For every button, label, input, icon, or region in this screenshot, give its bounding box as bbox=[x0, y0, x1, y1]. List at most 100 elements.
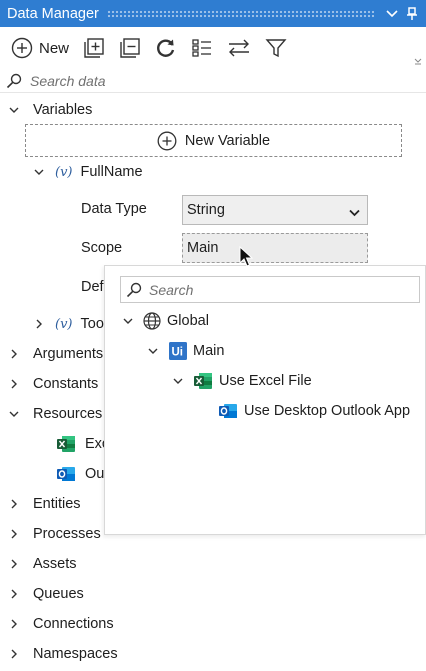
collapse-all-button[interactable] bbox=[119, 33, 141, 63]
dropdown-menu-icon[interactable] bbox=[382, 0, 402, 27]
data-type-label: Data Type bbox=[81, 201, 147, 217]
toolbar-overflow-icon[interactable] bbox=[414, 53, 422, 69]
chevron-right-icon[interactable] bbox=[8, 618, 20, 630]
tree-node-assets[interactable]: Assets bbox=[8, 550, 77, 578]
tree-node-entities[interactable]: Entities bbox=[8, 490, 81, 518]
scope-search-box bbox=[120, 276, 420, 303]
chevron-down-icon[interactable] bbox=[8, 104, 20, 116]
excel-icon bbox=[193, 372, 213, 390]
refresh-button[interactable] bbox=[155, 33, 177, 63]
chevron-down-icon[interactable] bbox=[147, 345, 159, 357]
expand-all-button[interactable] bbox=[83, 33, 105, 63]
svg-text:Ui: Ui bbox=[172, 347, 184, 359]
variable-icon: (v) bbox=[55, 164, 73, 180]
scope-item-use-excel-file[interactable]: Use Excel File bbox=[172, 367, 312, 395]
list-view-button[interactable] bbox=[191, 33, 213, 63]
scope-item-label: Use Excel File bbox=[219, 373, 312, 389]
filter-button[interactable] bbox=[265, 33, 287, 63]
scope-popup: Global Ui Main Use Excel File Use Deskto… bbox=[104, 265, 426, 535]
variable-name: Too bbox=[80, 316, 104, 332]
refresh-icon bbox=[157, 39, 175, 57]
window-title: Data Manager bbox=[7, 5, 99, 22]
tree-node-label: Assets bbox=[33, 556, 77, 572]
chevron-down-icon[interactable] bbox=[122, 315, 134, 327]
uipath-icon: Ui bbox=[169, 342, 187, 360]
tree-node-variable-next[interactable]: (v) Too bbox=[33, 310, 104, 338]
search-icon bbox=[126, 282, 142, 297]
filter-icon bbox=[265, 39, 287, 58]
tree-node-label: Processes bbox=[33, 526, 101, 542]
tree-node-label: Resources bbox=[33, 406, 103, 422]
tree-node-queues[interactable]: Queues bbox=[8, 580, 84, 608]
chevron-right-icon[interactable] bbox=[8, 588, 20, 600]
excel-icon bbox=[57, 436, 75, 452]
tree-node-arguments[interactable]: Arguments bbox=[8, 340, 103, 368]
tree-node-label: Entities bbox=[33, 496, 81, 512]
chevron-down-icon[interactable] bbox=[33, 166, 45, 178]
tree-node-label: Variables bbox=[33, 102, 93, 118]
chevron-right-icon[interactable] bbox=[8, 348, 20, 360]
add-circle-icon bbox=[11, 37, 33, 59]
tree-node-processes[interactable]: Processes bbox=[8, 520, 101, 548]
chevron-right-icon[interactable] bbox=[8, 498, 20, 510]
add-circle-icon bbox=[157, 131, 177, 150]
tree-node-resource-outlook[interactable]: Ou bbox=[56, 460, 104, 488]
outlook-icon bbox=[57, 467, 75, 481]
scope-label: Scope bbox=[81, 240, 123, 256]
tree-node-label: Namespaces bbox=[33, 646, 118, 662]
new-button[interactable]: New bbox=[11, 33, 69, 63]
default-label: Def bbox=[81, 279, 104, 295]
tree-node-namespaces[interactable]: Namespaces bbox=[8, 640, 118, 668]
titlebar-grip[interactable] bbox=[106, 9, 374, 18]
resource-label: Ou bbox=[85, 466, 105, 482]
tree-node-label: Queues bbox=[33, 586, 84, 602]
tree-node-label: Constants bbox=[33, 376, 99, 392]
globe-icon bbox=[143, 312, 161, 330]
tree-node-resources[interactable]: Resources bbox=[8, 400, 102, 428]
variable-icon: (v) bbox=[55, 316, 73, 332]
window-titlebar: Data Manager bbox=[0, 0, 426, 27]
chevron-down-icon[interactable] bbox=[172, 375, 184, 387]
scope-item-label: Use Desktop Outlook App bbox=[244, 403, 411, 419]
chevron-right-icon[interactable] bbox=[8, 648, 20, 660]
collapse-all-icon bbox=[120, 38, 140, 58]
tree-node-label: Connections bbox=[33, 616, 114, 632]
tree-node-constants[interactable]: Constants bbox=[8, 370, 98, 398]
chevron-right-icon[interactable] bbox=[8, 528, 20, 540]
variable-name: FullName bbox=[80, 164, 143, 180]
scope-item-label: Global bbox=[167, 313, 209, 329]
expand-all-icon bbox=[84, 38, 104, 58]
new-button-label: New bbox=[39, 39, 70, 57]
scope-item-use-desktop-outlook-app[interactable]: Use Desktop Outlook App bbox=[213, 397, 410, 425]
new-variable-label: New Variable bbox=[184, 132, 271, 149]
search-input[interactable] bbox=[30, 72, 330, 89]
tree-node-connections[interactable]: Connections bbox=[8, 610, 114, 638]
data-type-value: String bbox=[187, 202, 225, 218]
outlook-icon bbox=[218, 402, 238, 420]
pin-icon[interactable] bbox=[402, 0, 422, 27]
mouse-cursor-icon bbox=[239, 245, 254, 272]
search-icon bbox=[6, 73, 22, 88]
swap-arrows-icon bbox=[229, 39, 250, 57]
chevron-down-icon bbox=[349, 205, 360, 221]
tree-node-label: Arguments bbox=[33, 346, 104, 362]
chevron-right-icon[interactable] bbox=[8, 378, 20, 390]
chevron-down-icon[interactable] bbox=[8, 408, 20, 420]
chevron-right-icon[interactable] bbox=[8, 558, 20, 570]
scope-field[interactable]: Main bbox=[182, 233, 368, 263]
scope-item-main[interactable]: Ui Main bbox=[147, 337, 224, 365]
new-variable-button[interactable]: New Variable bbox=[25, 124, 402, 157]
list-view-icon bbox=[192, 39, 212, 57]
toolbar: New bbox=[0, 27, 426, 69]
scope-item-label: Main bbox=[193, 343, 225, 359]
swap-button[interactable] bbox=[227, 33, 251, 63]
scope-value: Main bbox=[187, 240, 219, 256]
data-type-select[interactable]: String bbox=[182, 195, 368, 225]
search-bar bbox=[0, 69, 426, 93]
tree-node-variable-fullname[interactable]: (v) FullName bbox=[33, 158, 143, 186]
scope-search-input[interactable] bbox=[149, 281, 389, 298]
tree-node-variables[interactable]: Variables bbox=[8, 96, 92, 124]
scope-item-global[interactable]: Global bbox=[122, 307, 209, 335]
tree-node-resource-excel[interactable]: Exc bbox=[56, 430, 109, 458]
chevron-right-icon[interactable] bbox=[33, 318, 45, 330]
